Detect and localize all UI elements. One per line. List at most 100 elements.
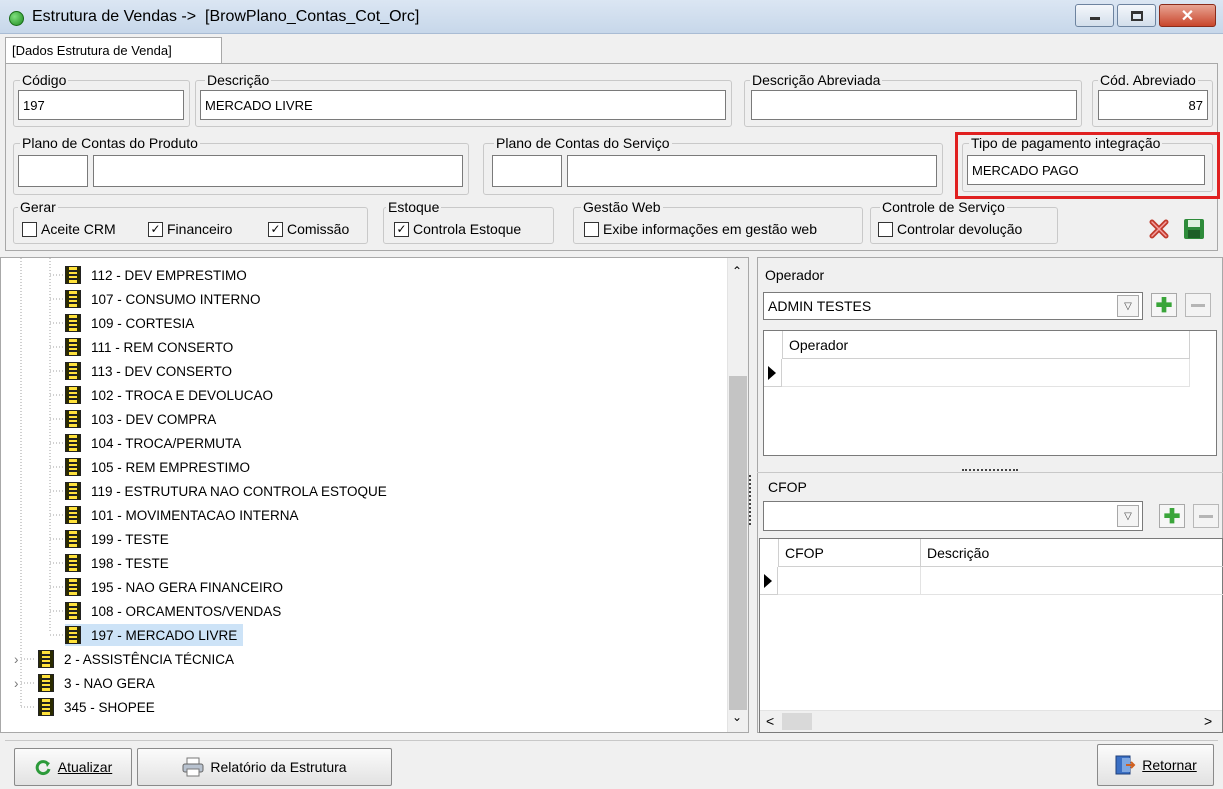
add-operador-button[interactable]: ✚ [1151, 293, 1177, 317]
folder-building-icon [65, 530, 81, 548]
cod-abreviado-label: Cód. Abreviado [1098, 72, 1198, 88]
tree-vertical-scrollbar[interactable]: ⌃ ⌄ [727, 258, 748, 732]
tree-item[interactable]: 119 - ESTRUTURA NAO CONTROLA ESTOQUE [65, 480, 393, 502]
folder-building-icon [38, 698, 54, 716]
operador-select[interactable]: ADMIN TESTES [763, 292, 1143, 320]
cancel-button[interactable] [1145, 215, 1173, 243]
descricao-column-header[interactable]: Descrição [921, 539, 1223, 567]
aceite-crm-checkbox[interactable]: Aceite CRM [22, 221, 116, 237]
expand-icon[interactable]: › [14, 672, 19, 694]
folder-building-icon [65, 290, 81, 308]
expand-icon[interactable]: › [14, 648, 19, 670]
checkbox-empty-icon [878, 221, 893, 237]
folder-building-icon [65, 602, 81, 620]
refresh-icon [35, 760, 51, 776]
plano-produto-code-input[interactable] [18, 155, 88, 187]
atualizar-button[interactable]: Atualizar [14, 748, 132, 786]
cfop-cell[interactable] [778, 567, 921, 595]
tree-item[interactable]: 198 - TESTE [65, 552, 175, 574]
remove-cfop-button[interactable] [1193, 504, 1219, 528]
tree-root-label: 2 - ASSISTÊNCIA TÉCNICA [64, 651, 235, 667]
descricao-abreviada-input[interactable] [751, 90, 1077, 120]
controlar-devolucao-label: Controlar devolução [897, 221, 1023, 237]
operador-row[interactable] [782, 359, 1190, 387]
cfop-grid[interactable]: CFOP Descrição < > [759, 538, 1223, 733]
tree-item[interactable]: 107 - CONSUMO INTERNO [65, 288, 267, 310]
cfop-select[interactable] [763, 501, 1143, 531]
tree-item[interactable]: 195 - NAO GERA FINANCEIRO [65, 576, 289, 598]
app-icon [9, 11, 24, 26]
financeiro-checkbox[interactable]: ✓ Financeiro [148, 221, 232, 237]
remove-operador-button[interactable] [1185, 293, 1211, 317]
plano-servico-input[interactable] [567, 155, 937, 187]
folder-building-icon [65, 434, 81, 452]
comissao-checkbox[interactable]: ✓ Comissão [268, 221, 349, 237]
tree-item[interactable]: 101 - MOVIMENTACAO INTERNA [65, 504, 305, 526]
tree-item-label: 199 - TESTE [91, 531, 169, 547]
exibe-gestao-web-checkbox[interactable]: Exibe informações em gestão web [584, 221, 817, 237]
checkmark-icon: ✓ [268, 221, 283, 237]
current-row-arrow-icon [764, 574, 772, 588]
plano-produto-input[interactable] [93, 155, 463, 187]
descricao-cell[interactable] [921, 567, 1223, 595]
folder-building-icon [65, 554, 81, 572]
tree-item[interactable]: 111 - REM CONSERTO [65, 336, 239, 358]
scroll-up-icon[interactable]: ⌃ [732, 264, 742, 278]
plano-servico-code-input[interactable] [492, 155, 562, 187]
gerar-label: Gerar [18, 199, 58, 215]
cfop-horizontal-scrollbar[interactable]: < > [760, 710, 1222, 732]
tab-dados-estrutura[interactable]: [Dados Estrutura de Venda] [5, 37, 222, 64]
tree-item[interactable]: 104 - TROCA/PERMUTA [65, 432, 247, 454]
relatorio-estrutura-button[interactable]: Relatório da Estrutura [137, 748, 392, 786]
tree-item[interactable]: 113 - DEV CONSERTO [65, 360, 238, 382]
operador-grid[interactable]: Operador [763, 330, 1217, 456]
scroll-thumb[interactable] [782, 713, 812, 730]
tree-root-node[interactable]: 2 - ASSISTÊNCIA TÉCNICA [38, 648, 234, 670]
tree-item[interactable]: 102 - TROCA E DEVOLUCAO [65, 384, 279, 406]
controla-estoque-checkbox[interactable]: ✓ Controla Estoque [394, 221, 521, 237]
add-cfop-button[interactable]: ✚ [1159, 504, 1185, 528]
tree-item[interactable]: 112 - DEV EMPRESTIMO [65, 264, 253, 286]
descricao-abreviada-label: Descrição Abreviada [750, 72, 883, 88]
scroll-left-icon[interactable]: < [766, 713, 774, 729]
tipo-pagamento-label: Tipo de pagamento integração [969, 135, 1163, 151]
vertical-splitter-handle[interactable] [749, 475, 752, 525]
folder-building-icon [65, 458, 81, 476]
estrutura-tree[interactable]: 112 - DEV EMPRESTIMO 107 - CONSUMO INTERN… [0, 257, 749, 733]
tipo-pagamento-input[interactable]: MERCADO PAGO [967, 155, 1205, 185]
comissao-label: Comissão [287, 221, 350, 237]
descricao-input[interactable]: MERCADO LIVRE [200, 90, 726, 120]
tree-root-node[interactable]: 345 - SHOPEE [38, 696, 155, 718]
row-indicator [764, 359, 782, 387]
close-button[interactable]: ✕ [1159, 4, 1216, 27]
chevron-down-icon[interactable]: ▽ [1117, 295, 1139, 317]
footer-divider [5, 740, 1218, 741]
tree-item[interactable]: 197 - MERCADO LIVRE [65, 624, 244, 646]
tree-item[interactable]: 109 - CORTESIA [65, 312, 200, 334]
tree-item[interactable]: 105 - REM EMPRESTIMO [65, 456, 256, 478]
controlar-devolucao-checkbox[interactable]: Controlar devolução [878, 221, 1022, 237]
title-bar: Estrutura de Vendas -> [BrowPlano_Contas… [0, 0, 1223, 34]
codigo-input[interactable]: 197 [18, 90, 184, 120]
cfop-column-header[interactable]: CFOP [778, 539, 921, 567]
tree-item-label: 198 - TESTE [91, 555, 169, 571]
save-button[interactable] [1180, 215, 1208, 243]
tree-item[interactable]: 103 - DEV COMPRA [65, 408, 222, 430]
chevron-down-icon[interactable]: ▽ [1117, 505, 1139, 527]
tree-root-node[interactable]: 3 - NAO GERA [38, 672, 155, 694]
tree-item[interactable]: 199 - TESTE [65, 528, 175, 550]
controla-estoque-label: Controla Estoque [413, 221, 522, 237]
tree-item-label: 107 - CONSUMO INTERNO [91, 291, 261, 307]
retornar-button[interactable]: Retornar [1097, 744, 1214, 786]
folder-building-icon [65, 266, 81, 284]
descricao-label: Descrição [205, 72, 272, 88]
scroll-thumb[interactable] [729, 376, 747, 710]
cod-abreviado-input[interactable]: 87 [1098, 90, 1208, 120]
operador-column-header[interactable]: Operador [782, 331, 1190, 359]
maximize-button[interactable] [1117, 4, 1156, 27]
scroll-right-icon[interactable]: > [1204, 713, 1212, 729]
tree-item[interactable]: 108 - ORCAMENTOS/VENDAS [65, 600, 287, 622]
scroll-down-icon[interactable]: ⌄ [732, 710, 742, 724]
minimize-button[interactable] [1075, 4, 1114, 27]
atualizar-label: Atualizar [57, 759, 113, 775]
